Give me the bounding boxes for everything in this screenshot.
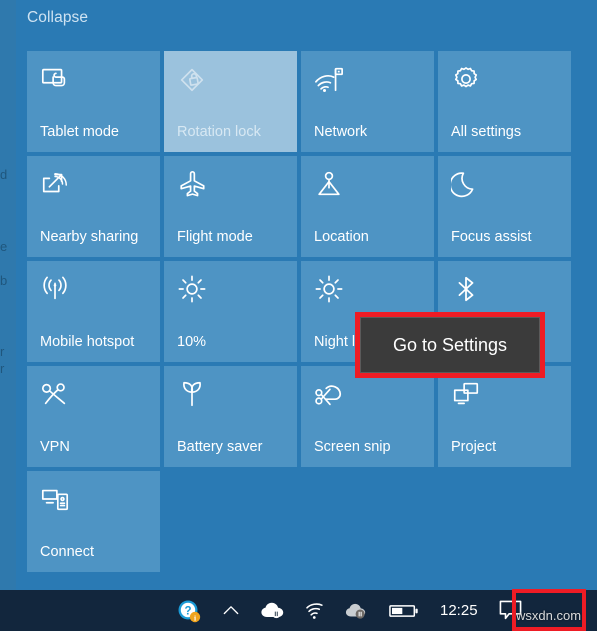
network-icon xyxy=(314,64,344,94)
tile-label: VPN xyxy=(40,439,70,455)
tile-label: Battery saver xyxy=(177,439,263,455)
quick-action-tile-rotation-lock[interactable]: Rotation lock xyxy=(164,51,297,152)
action-center-panel: Collapse Tablet mode Rotation lock Network… xyxy=(0,0,597,590)
quick-action-tile-10-[interactable]: 10% xyxy=(164,261,297,362)
onedrive-paused-icon[interactable] xyxy=(252,590,294,631)
tile-label: Tablet mode xyxy=(40,124,119,140)
watermark: wsxdn.com xyxy=(516,608,582,623)
night-light-icon xyxy=(314,274,344,304)
tile-label: Mobile hotspot xyxy=(40,334,135,350)
hotspot-icon xyxy=(40,274,70,304)
quick-action-tile-tablet-mode[interactable]: Tablet mode xyxy=(27,51,160,152)
tablet-mode-icon xyxy=(40,64,70,94)
tile-label: Project xyxy=(451,439,497,455)
moon-icon xyxy=(451,169,481,199)
brightness-icon xyxy=(177,274,207,304)
collapse-button[interactable]: Collapse xyxy=(27,4,88,32)
tile-label: Connect xyxy=(40,544,95,560)
tile-label: Location xyxy=(314,229,369,245)
tile-label: All settings xyxy=(451,124,522,140)
quick-action-tile-battery-saver[interactable]: Battery saver xyxy=(164,366,297,467)
quick-action-tile-all-settings[interactable]: All settings xyxy=(438,51,571,152)
taskbar: ? i 12:25 xyxy=(0,590,597,631)
location-icon xyxy=(314,169,344,199)
wifi-icon[interactable] xyxy=(294,590,336,631)
nearby-sharing-icon xyxy=(40,169,70,199)
tile-label: Rotation lock xyxy=(177,124,261,140)
rotation-lock-icon xyxy=(177,64,207,94)
show-hidden-icons-icon[interactable] xyxy=(210,590,252,631)
quick-action-tile-connect[interactable]: Connect xyxy=(27,471,160,572)
tooltip-body: Go to Settings xyxy=(360,317,540,373)
taskbar-clock[interactable]: 12:25 xyxy=(430,590,488,631)
battery-icon[interactable] xyxy=(378,590,430,631)
vpn-icon xyxy=(40,379,70,409)
screen: d e b r r Collapse Tablet mode Rotation l… xyxy=(0,0,597,631)
tile-label: Nearby sharing xyxy=(40,229,139,245)
screen-snip-icon xyxy=(314,379,344,409)
connect-icon xyxy=(40,484,70,514)
tooltip-label: Go to Settings xyxy=(392,334,508,355)
system-tray: ? i 12:25 xyxy=(168,590,534,631)
quick-action-tile-vpn[interactable]: VPN xyxy=(27,366,160,467)
quick-action-tile-location[interactable]: Location xyxy=(301,156,434,257)
quick-action-tile-network[interactable]: Network xyxy=(301,51,434,152)
tile-label: Focus assist xyxy=(451,229,532,245)
collapse-label: Collapse xyxy=(27,9,89,26)
onedrive-grey-paused-icon[interactable] xyxy=(336,590,378,631)
tile-label: 10% xyxy=(177,334,207,350)
svg-text:i: i xyxy=(194,613,196,622)
tile-label: Screen snip xyxy=(314,439,391,455)
gear-icon xyxy=(451,64,481,94)
quick-action-tile-nearby-sharing[interactable]: Nearby sharing xyxy=(27,156,160,257)
project-icon xyxy=(451,379,481,409)
battery-saver-icon xyxy=(177,379,207,409)
airplane-icon xyxy=(177,169,207,199)
bluetooth-icon xyxy=(451,274,481,304)
go-to-settings-tooltip[interactable]: Go to Settings xyxy=(355,312,545,378)
tile-label: Flight mode xyxy=(177,229,253,245)
quick-action-tile-focus-assist[interactable]: Focus assist xyxy=(438,156,571,257)
quick-action-tile-mobile-hotspot[interactable]: Mobile hotspot xyxy=(27,261,160,362)
quick-action-tile-project[interactable]: Project xyxy=(438,366,571,467)
quick-action-tile-flight-mode[interactable]: Flight mode xyxy=(164,156,297,257)
tile-label: Network xyxy=(314,124,368,140)
help-question-icon[interactable]: ? i xyxy=(168,590,210,631)
quick-action-tile-screen-snip[interactable]: Screen snip xyxy=(301,366,434,467)
